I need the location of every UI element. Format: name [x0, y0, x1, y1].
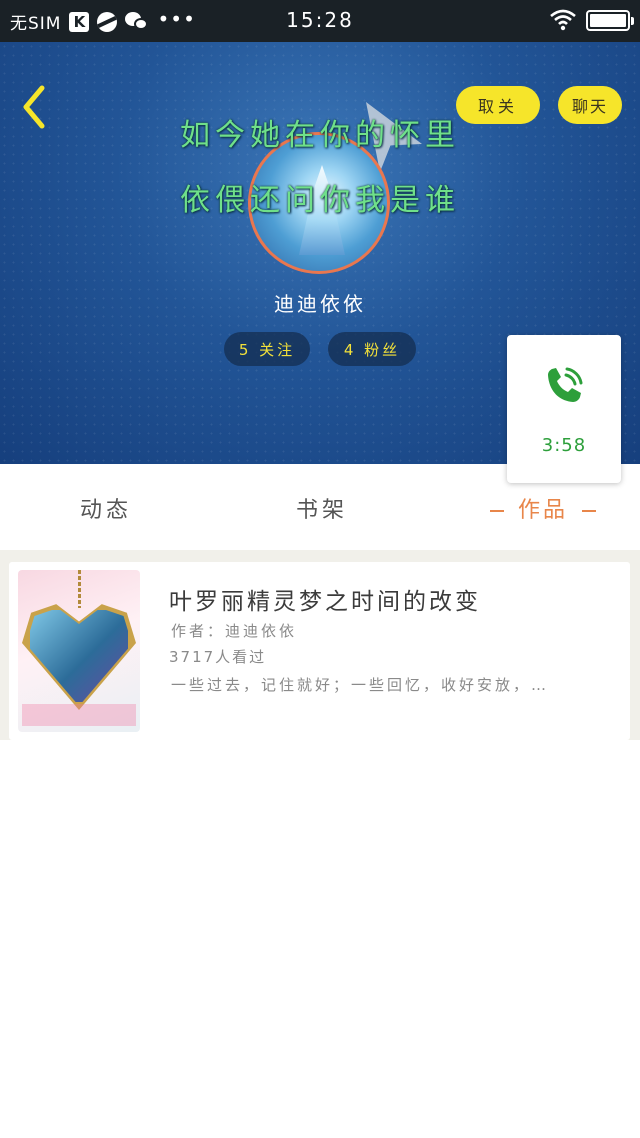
work-author: 作者：迪迪依依	[171, 622, 298, 640]
status-right	[550, 9, 634, 31]
tab-indicator-left	[490, 510, 504, 512]
wifi-icon	[550, 9, 576, 31]
cover-chain	[78, 570, 81, 608]
work-title[interactable]: 叶罗丽精灵梦之时间的改变	[169, 582, 481, 616]
call-floating-card[interactable]: 3:58	[507, 335, 621, 483]
lyric-line-2: 依偎还问你我是谁	[180, 183, 460, 218]
tab-works-label: 作品	[518, 498, 569, 523]
status-time: 15:28	[286, 8, 354, 32]
work-summary: 一些过去，记住就好；一些回忆，收好安放，…	[171, 676, 550, 694]
work-view-count: 3717人看过	[169, 648, 267, 666]
cover-text-strip	[22, 704, 136, 726]
tab-indicator-right	[582, 510, 597, 512]
tab-works[interactable]: 作品	[476, 492, 610, 524]
list-item[interactable]: 叶罗丽精灵梦之时间的改变 作者：迪迪依依 3717人看过 一些过去，记住就好；一…	[9, 562, 630, 740]
lyric-line-1: 如今她在你的怀里	[180, 118, 460, 153]
battery-icon	[586, 9, 634, 31]
phone-icon	[548, 367, 583, 402]
tab-feed[interactable]: 动态	[80, 492, 132, 524]
work-cover-image[interactable]	[18, 570, 140, 732]
call-duration: 3:58	[541, 435, 587, 456]
username: 迪迪依依	[274, 292, 366, 316]
status-bar: 无SIM K ••• 15:28	[0, 0, 640, 42]
cover-heart-art	[26, 608, 132, 706]
tab-bookshelf[interactable]: 书架	[296, 492, 348, 524]
followers-count[interactable]: 4 粉丝	[328, 332, 416, 366]
works-list: 叶罗丽精灵梦之时间的改变 作者：迪迪依依 3717人看过 一些过去，记住就好；一…	[0, 550, 640, 740]
following-count[interactable]: 5 关注	[224, 332, 310, 366]
